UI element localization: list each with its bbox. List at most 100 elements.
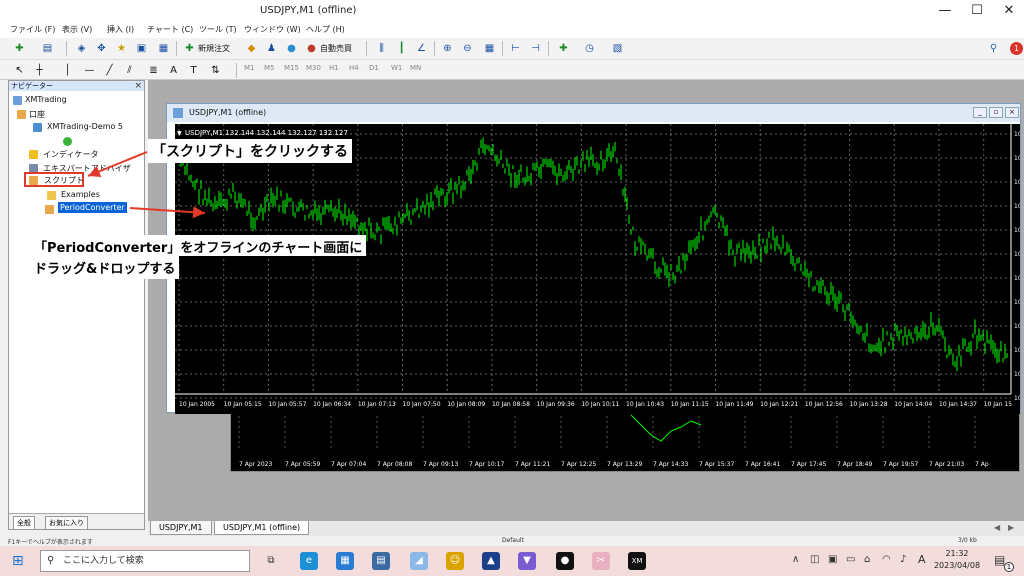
nav-item-scripts[interactable]: スクリプト — [24, 172, 84, 187]
tile-windows-icon[interactable]: ▦ — [482, 41, 497, 56]
close-button[interactable]: ✕ — [994, 2, 1024, 20]
channel-icon[interactable]: ⫽ — [122, 63, 137, 78]
clock-date[interactable]: 2023/04/08 — [930, 561, 984, 570]
text-icon[interactable]: A — [166, 63, 181, 78]
task-view-icon[interactable]: ⧉ — [262, 552, 280, 570]
chart-restore-button[interactable]: ▫ — [989, 107, 1003, 118]
maximize-button[interactable]: ☐ — [962, 2, 992, 20]
close-icon[interactable]: × — [134, 81, 142, 91]
xm-app-icon[interactable]: XM — [628, 552, 646, 570]
tab-usdjpy-m1[interactable]: USDJPY,M1 — [150, 521, 212, 535]
account-user-icon[interactable] — [63, 137, 72, 146]
auto-scroll-icon[interactable]: ⊢ — [508, 41, 523, 56]
menu-file[interactable]: ファイル (F) — [10, 24, 55, 35]
auto-trade-icon[interactable]: ● — [304, 41, 319, 56]
navigator-icon[interactable]: ★ — [114, 41, 129, 56]
tray-app-icon[interactable]: ▣ — [828, 554, 837, 565]
clock-time[interactable]: 21:32 — [936, 549, 978, 558]
fibonacci-icon[interactable]: ≣ — [146, 63, 161, 78]
arrows-icon[interactable]: ⇅ — [208, 63, 223, 78]
windows-start-icon[interactable]: ⊞ — [12, 553, 24, 569]
tab-scroll-left-icon[interactable]: ◀ — [994, 523, 1000, 532]
chart-shift-icon[interactable]: ⊣ — [528, 41, 543, 56]
candlestick-icon[interactable]: ┃ — [394, 41, 409, 56]
terminal-icon[interactable]: ▣ — [134, 41, 149, 56]
ime-indicator[interactable]: A — [918, 553, 926, 566]
profiles-icon[interactable]: ▤ — [40, 41, 55, 56]
app-icon[interactable]: ▼ — [518, 552, 536, 570]
tester-icon[interactable]: ▦ — [156, 41, 171, 56]
chart-plot-area[interactable]: 10 Jan 2005 10 Jan 05:15 10 Jan 05:57 10 Ja… — [175, 124, 1024, 414]
wifi-icon[interactable]: ◠ — [882, 554, 891, 565]
timeframe-d1[interactable]: D1 — [369, 64, 379, 72]
tab-usdjpy-m1-offline[interactable]: USDJPY,M1 (offline) — [214, 521, 310, 535]
battery-icon[interactable]: ▭ — [846, 554, 855, 565]
bar-chart-icon[interactable]: ⫼ — [374, 41, 389, 56]
trendline-icon[interactable]: ╱ — [102, 63, 117, 78]
calendar-icon[interactable]: ▦ — [336, 552, 354, 570]
menu-tools[interactable]: ツール (T) — [199, 24, 237, 35]
search-icon[interactable]: ⚲ — [986, 41, 1001, 56]
zoom-out-icon[interactable]: ⊖ — [460, 41, 475, 56]
menu-view[interactable]: 表示 (V) — [62, 24, 92, 35]
vertical-line-icon[interactable]: │ — [60, 63, 75, 78]
edge-browser-icon[interactable]: e — [300, 552, 318, 570]
crosshair-icon[interactable]: ┼ — [32, 63, 47, 78]
cursor-icon[interactable]: ↖ — [12, 63, 27, 78]
menu-chart[interactable]: チャート (C) — [147, 24, 193, 35]
indicators-icon[interactable]: ✚ — [556, 41, 571, 56]
volume-icon[interactable]: ♪ — [900, 554, 906, 565]
chart-minimize-button[interactable]: _ — [973, 107, 987, 118]
text-label-icon[interactable]: T — [186, 63, 201, 78]
background-chart[interactable]: 7 Apr 2023 7 Apr 05:59 7 Apr 07:04 7 Apr 08… — [230, 410, 1020, 472]
nav-item-demo-account[interactable]: XMTrading-Demo 5 — [33, 122, 123, 132]
tab-favorites[interactable]: お気に入り — [45, 516, 88, 530]
app-icon[interactable]: ☺ — [446, 552, 464, 570]
auto-trade-button[interactable]: 自動売買 — [320, 43, 352, 54]
nav-item-periodconverter[interactable]: PeriodConverter — [45, 202, 127, 214]
app-icon[interactable]: ● — [556, 552, 574, 570]
new-chart-icon[interactable]: ✚ — [12, 41, 27, 56]
data-window-icon[interactable]: ✥ — [94, 41, 109, 56]
menu-insert[interactable]: 挿入 (I) — [107, 24, 134, 35]
nav-item-indicators[interactable]: インディケータ — [17, 149, 98, 160]
new-order-icon[interactable]: ✚ — [182, 41, 197, 56]
taskbar-search-input[interactable]: ⚲ ここに入力して検索 — [40, 550, 250, 572]
tab-common[interactable]: 全般 — [13, 516, 35, 530]
market-watch-icon[interactable]: ◈ — [74, 41, 89, 56]
app-icon[interactable]: ◢ — [410, 552, 428, 570]
tray-expand-icon[interactable]: ∧ — [792, 554, 799, 565]
app-icon[interactable]: ✂ — [592, 552, 610, 570]
chart-close-button[interactable]: × — [1005, 107, 1019, 118]
timeframe-m15[interactable]: M15 — [284, 64, 299, 72]
menu-window[interactable]: ウィンドウ (W) — [244, 24, 301, 35]
nav-item-examples[interactable]: Examples — [35, 190, 100, 200]
signals-icon[interactable]: ♟ — [264, 41, 279, 56]
metaeditor-icon[interactable]: ◆ — [244, 41, 259, 56]
timeframe-mn[interactable]: MN — [410, 64, 421, 72]
horizontal-line-icon[interactable]: — — [82, 63, 97, 78]
timeframe-m1[interactable]: M1 — [244, 64, 255, 72]
nav-item-xmtrading[interactable]: XMTrading — [13, 95, 67, 105]
templates-icon[interactable]: ▧ — [610, 41, 625, 56]
line-chart-icon[interactable]: ∠ — [414, 41, 429, 56]
zoom-in-icon[interactable]: ⊕ — [440, 41, 455, 56]
timeframe-h4[interactable]: H4 — [349, 64, 359, 72]
periods-icon[interactable]: ◷ — [582, 41, 597, 56]
calculator-icon[interactable]: ▤ — [372, 552, 390, 570]
network-icon[interactable]: ⌂ — [864, 554, 870, 565]
chart-menu-arrow-icon[interactable]: ▼ — [177, 130, 182, 137]
app-icon[interactable]: ▲ — [482, 552, 500, 570]
timeframe-m5[interactable]: M5 — [264, 64, 275, 72]
tray-app-icon[interactable]: ◫ — [810, 554, 819, 565]
timeframe-m30[interactable]: M30 — [306, 64, 321, 72]
menu-help[interactable]: ヘルプ (H) — [306, 24, 345, 35]
tab-scroll-right-icon[interactable]: ▶ — [1008, 523, 1014, 532]
timeframe-h1[interactable]: H1 — [329, 64, 339, 72]
timeframe-w1[interactable]: W1 — [391, 64, 402, 72]
minimize-button[interactable]: — — [930, 2, 960, 20]
new-order-button[interactable]: 新規注文 — [198, 43, 230, 54]
market-icon[interactable]: ● — [284, 41, 299, 56]
alert-badge[interactable]: 1 — [1010, 42, 1023, 55]
nav-item-accounts[interactable]: 口座 — [17, 109, 45, 120]
